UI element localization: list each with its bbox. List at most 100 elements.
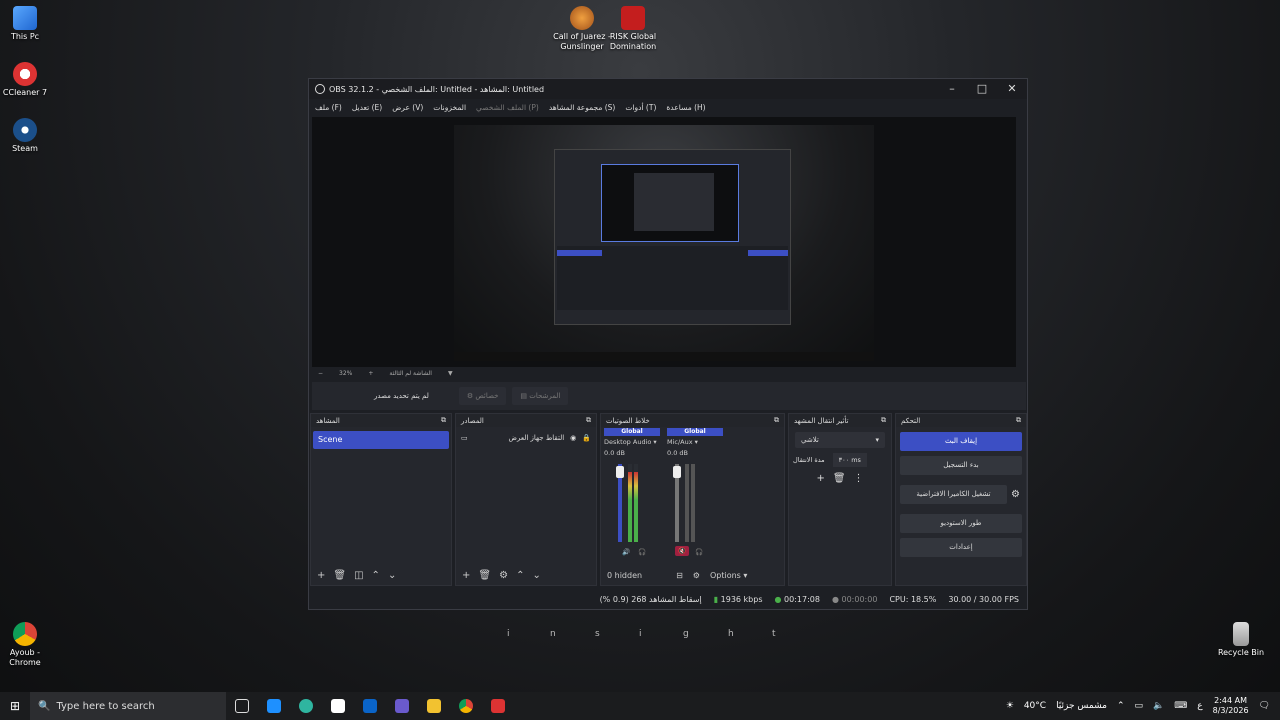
dock-undock-icon[interactable]: ⧉	[881, 416, 886, 425]
channel-name[interactable]: Desktop Audio ▾	[604, 436, 660, 449]
preview-canvas[interactable]	[312, 117, 1016, 367]
more-icon[interactable]: ⋮	[854, 473, 864, 484]
desktop-icon-steam[interactable]: Steam	[0, 118, 55, 154]
chevron-up-icon[interactable]: ⌃	[516, 570, 524, 581]
chevron-down-icon[interactable]: ⌄	[388, 570, 396, 581]
menu-view[interactable]: عرض (V)	[392, 103, 423, 112]
search-box[interactable]: 🔍 Type here to search	[30, 692, 226, 720]
nested-docks	[557, 246, 788, 310]
volume-knob[interactable]	[673, 466, 681, 478]
network-icon[interactable]: ▭	[1135, 701, 1144, 711]
headphones-icon[interactable]: 🎧	[695, 548, 703, 556]
app-icon[interactable]	[395, 699, 409, 713]
minimize-button[interactable]: –	[937, 79, 967, 99]
properties-button[interactable]: ⚙ خصائص	[458, 387, 507, 405]
controls-dock: التحكم ⧉ إيقاف البث بدء التسجيل تشغيل الك…	[895, 413, 1027, 586]
zoom-out-icon[interactable]: −	[318, 370, 323, 377]
lock-icon[interactable]: 🔒	[582, 434, 591, 442]
zoom-row: − 32% + الشاشة لم الثالثة ▼	[312, 367, 1016, 379]
keyboard-icon[interactable]: ⌨	[1174, 701, 1187, 711]
filter-icon: ▤	[520, 392, 528, 400]
windows-start-icon[interactable]: ⊞	[10, 699, 20, 713]
stop-streaming-button[interactable]: إيقاف البث	[900, 432, 1022, 451]
language-indicator[interactable]: ع	[1197, 701, 1202, 711]
mixer-channel-mic: Global Mic/Aux ▾ 0.0 dB 🔇 🎧	[667, 428, 723, 558]
filter-icon[interactable]: ◫	[354, 570, 363, 581]
start-recording-button[interactable]: بدء التسجيل	[900, 456, 1022, 475]
options-button[interactable]: Options ▾	[710, 571, 747, 580]
file-explorer-icon[interactable]	[427, 699, 441, 713]
chevron-down-icon[interactable]: ⌄	[532, 570, 540, 581]
dock-undock-icon[interactable]: ⧉	[774, 416, 779, 425]
source-item[interactable]: ▭ التقاط جهاز العرض ◉ 🔒	[456, 430, 596, 446]
maximize-button[interactable]: □	[967, 79, 997, 99]
channel-name[interactable]: Mic/Aux ▾	[667, 436, 723, 449]
volume-icon[interactable]: 🔈	[1153, 701, 1164, 711]
menu-profile[interactable]: الملف الشخصي (P)	[476, 103, 539, 112]
settings-button[interactable]: إعدادات	[900, 538, 1022, 557]
menu-scene-collection[interactable]: مجموعة المشاهد (S)	[549, 103, 616, 112]
chevron-up-icon[interactable]: ⌃	[1117, 701, 1125, 711]
title-bar[interactable]: OBS 32.1.2 - الملف الشخصي: Untitled - ال…	[309, 79, 1027, 99]
mute-icon[interactable]: 🔇	[675, 546, 690, 556]
add-icon[interactable]: +	[462, 570, 470, 581]
filters-button[interactable]: ▤ المرشحات	[512, 387, 569, 405]
ccleaner-icon	[13, 62, 37, 86]
layout-icon[interactable]: ⊟	[676, 571, 683, 580]
trash-icon[interactable]: 🗑	[333, 570, 346, 581]
word-icon[interactable]	[331, 699, 345, 713]
speaker-icon[interactable]: 🔊	[622, 548, 630, 556]
mixer-channel-desktop: Global Desktop Audio ▾ 0.0 dB 🔊 🎧	[604, 428, 660, 558]
obs-taskbar-icon[interactable]	[491, 699, 505, 713]
chevron-up-icon[interactable]: ⌃	[372, 570, 380, 581]
virtual-camera-button[interactable]: تشغيل الكاميرا الافتراضية	[900, 485, 1008, 504]
volume-knob[interactable]	[616, 466, 624, 478]
chevron-down-icon[interactable]: ▼	[448, 370, 453, 377]
computer-icon	[13, 6, 37, 30]
desktop-icon-ccleaner[interactable]: CCleaner 7	[0, 62, 55, 98]
trash-icon[interactable]: 🗑	[833, 473, 846, 484]
menu-tools[interactable]: أدوات (T)	[625, 103, 656, 112]
mail-icon[interactable]	[267, 699, 281, 713]
clock[interactable]: 2:44 AM 8/3/2026	[1213, 696, 1249, 716]
add-icon[interactable]: +	[816, 473, 824, 484]
transition-select[interactable]: تلاشي ▾	[795, 432, 885, 448]
task-view-icon[interactable]	[235, 699, 249, 713]
duration-input[interactable]: ٣٠٠ ms	[832, 453, 867, 467]
menu-help[interactable]: مساعدة (H)	[666, 103, 705, 112]
desktop-icon-recycle-bin[interactable]: Recycle Bin	[1211, 622, 1271, 658]
close-button[interactable]: ✕	[997, 79, 1027, 99]
chrome-icon[interactable]	[459, 699, 473, 713]
trash-icon[interactable]: 🗑	[478, 570, 491, 581]
scene-item[interactable]: Scene	[313, 431, 449, 449]
menu-docks[interactable]: المخزونات	[433, 103, 466, 112]
zoom-in-icon[interactable]: +	[368, 370, 373, 377]
gear-icon[interactable]: ⚙	[499, 570, 508, 581]
menu-file[interactable]: ملف (F)	[315, 103, 342, 112]
hint-letter: s	[595, 629, 600, 639]
notification-icon[interactable]: 🗨	[1259, 701, 1270, 711]
dock-undock-icon[interactable]: ⧉	[441, 416, 446, 425]
gear-icon[interactable]: ⚙	[1011, 489, 1020, 500]
desktop-icon-risk[interactable]: RISK Global Domination	[603, 6, 663, 52]
desktop-icon-this-pc[interactable]: This Pc	[0, 6, 55, 42]
edge-icon[interactable]	[299, 699, 313, 713]
outlook-icon[interactable]	[363, 699, 377, 713]
date: 8/3/2026	[1212, 706, 1249, 715]
headphones-icon[interactable]: 🎧	[638, 548, 646, 556]
add-icon[interactable]: +	[317, 570, 325, 581]
recycle-bin-icon	[1233, 622, 1249, 646]
desktop-icon-chrome[interactable]: Ayoub - Chrome	[0, 622, 55, 668]
studio-mode-button[interactable]: طور الاستوديو	[900, 514, 1022, 533]
dock-undock-icon[interactable]: ⧉	[1016, 416, 1021, 425]
steam-icon	[13, 118, 37, 142]
dock-undock-icon[interactable]: ⧉	[586, 416, 591, 425]
eye-icon[interactable]: ◉	[570, 434, 576, 442]
status-bar: إسقاط المشاهد 268 (0.9 %) ▮ 1936 kbps ● …	[309, 589, 1027, 609]
game-icon	[570, 6, 594, 30]
weather-temp[interactable]: 40°C	[1024, 701, 1046, 711]
hint-letter: i	[639, 629, 642, 639]
search-icon: 🔍	[38, 700, 51, 712]
gear-icon[interactable]: ⚙	[693, 571, 700, 580]
menu-edit[interactable]: تعديل (E)	[352, 103, 382, 112]
